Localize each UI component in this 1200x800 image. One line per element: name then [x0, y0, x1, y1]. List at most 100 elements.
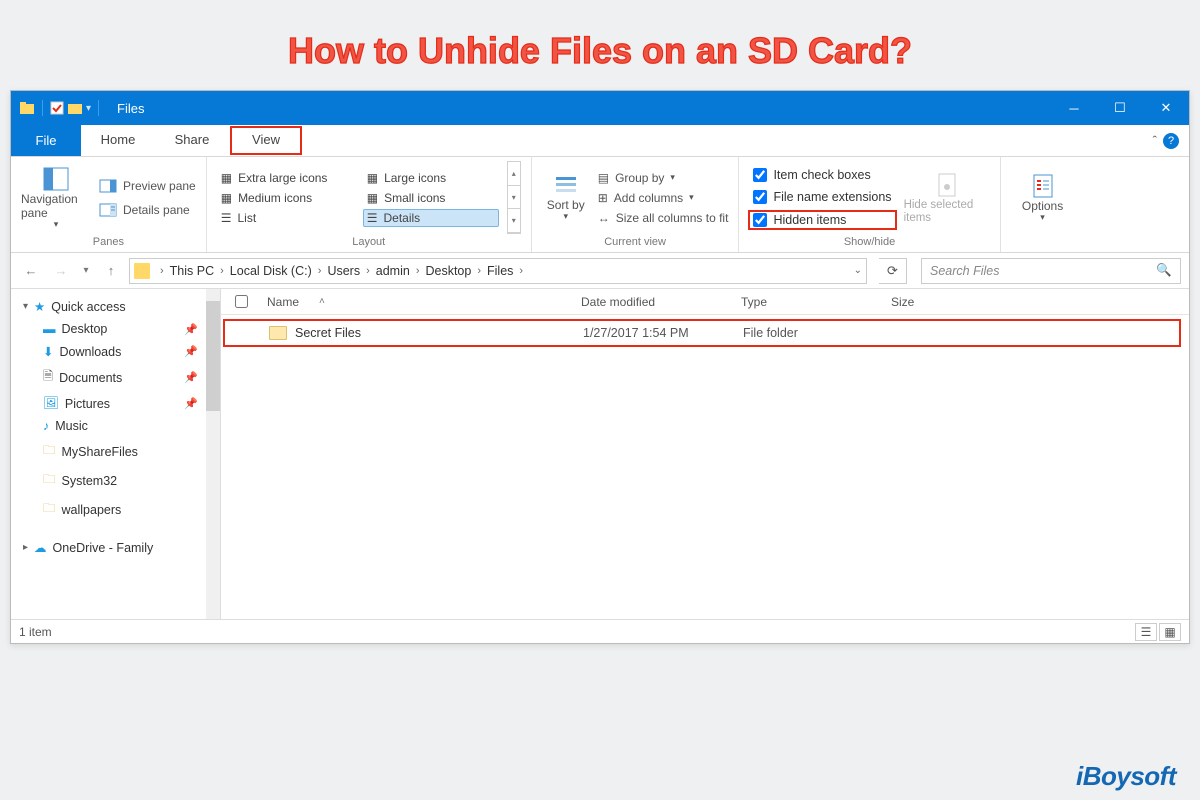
qat-dropdown-icon[interactable]: ▾	[86, 103, 91, 114]
sidebar-item-downloads[interactable]: ⬇Downloads📌	[17, 340, 220, 363]
forward-button[interactable]: →	[49, 259, 73, 283]
breadcrumb-disk[interactable]: Local Disk (C:)	[230, 264, 312, 278]
layout-large[interactable]: ▦Large icons	[363, 169, 499, 187]
chevron-down-icon[interactable]: ▾	[23, 301, 28, 312]
chevron-right-icon[interactable]: ›	[513, 265, 529, 277]
group-layout: ▦Extra large icons ▦Large icons ▦Medium …	[207, 157, 532, 252]
label: Add columns	[614, 191, 683, 205]
breadcrumb-this-pc[interactable]: This PC	[170, 264, 214, 278]
sidebar-item-pictures[interactable]: 🖼Pictures📌	[17, 392, 220, 415]
checkbox-input[interactable]	[235, 295, 248, 308]
column-header-type[interactable]: Type	[741, 295, 891, 309]
label: Extra large icons	[238, 171, 327, 185]
column-header-date[interactable]: Date modified	[581, 295, 741, 309]
breadcrumb-desktop[interactable]: Desktop	[425, 264, 471, 278]
size-all-columns-button[interactable]: ↔Size all columns to fit	[598, 211, 729, 225]
chevron-right-icon[interactable]: ›	[154, 265, 170, 277]
checkbox-icon[interactable]	[50, 101, 64, 115]
column-header-size[interactable]: Size	[891, 295, 1011, 309]
label: Documents	[59, 371, 122, 385]
layout-medium[interactable]: ▦Medium icons	[217, 189, 353, 207]
file-name-extensions-checkbox[interactable]: File name extensions	[749, 189, 895, 205]
file-row-secret-files[interactable]: Secret Files 1/27/2017 1:54 PM File fold…	[223, 319, 1181, 347]
ribbon-collapse[interactable]: ˆ ?	[1153, 125, 1189, 156]
navigation-sidebar[interactable]: ▾ ★ Quick access ▬Desktop📌 ⬇Downloads📌 🗎…	[11, 289, 221, 619]
group-by-button[interactable]: ▤Group by ▾	[598, 171, 729, 185]
navigation-pane-label: Navigation pane	[21, 193, 91, 219]
maximize-button[interactable]: ☐	[1097, 91, 1143, 125]
breadcrumb-files[interactable]: Files	[487, 264, 513, 278]
chevron-right-icon[interactable]: ›	[410, 265, 426, 277]
folder-small-icon[interactable]	[67, 100, 83, 116]
label: Group by	[615, 171, 664, 185]
column-headers: Name˄ Date modified Type Size	[221, 289, 1189, 315]
checkbox-input[interactable]	[753, 190, 767, 204]
tab-home[interactable]: Home	[81, 125, 155, 156]
add-columns-icon: ⊞	[598, 191, 608, 205]
sidebar-item-music[interactable]: ♪Music	[17, 415, 220, 437]
layout-details[interactable]: ☰Details	[363, 209, 499, 227]
scrollbar-thumb[interactable]	[206, 301, 220, 411]
window-controls: ─ ☐ ✕	[1051, 91, 1189, 125]
group-by-icon: ▤	[598, 171, 609, 185]
recent-locations-button[interactable]: ▾	[79, 259, 93, 283]
sidebar-onedrive[interactable]: ▸ ☁ OneDrive - Family	[17, 536, 220, 559]
group-current-view-caption: Current view	[542, 234, 729, 250]
layout-list[interactable]: ☰List	[217, 209, 353, 227]
add-columns-button[interactable]: ⊞Add columns ▾	[598, 191, 729, 205]
chevron-right-icon[interactable]: ›	[471, 265, 487, 277]
hide-selected-icon	[933, 171, 961, 199]
item-check-boxes-checkbox[interactable]: Item check boxes	[749, 167, 895, 183]
pictures-icon: 🖼	[43, 396, 59, 411]
item-count: 1 item	[19, 625, 52, 639]
minimize-button[interactable]: ─	[1051, 91, 1097, 125]
sort-by-button[interactable]: Sort by ▾	[542, 173, 590, 222]
details-view-toggle[interactable]: ☰	[1135, 623, 1157, 641]
layout-extra-large[interactable]: ▦Extra large icons	[217, 169, 353, 187]
breadcrumb[interactable]: › This PC › Local Disk (C:) › Users › ad…	[129, 258, 867, 284]
label: Downloads	[59, 345, 121, 359]
navigation-pane-button[interactable]: Navigation pane ▾	[21, 165, 91, 229]
sidebar-item-wallpapers[interactable]: 🗀wallpapers	[17, 495, 220, 524]
details-pane-button[interactable]: Details pane	[99, 203, 196, 217]
search-input[interactable]: Search Files 🔍	[921, 258, 1181, 284]
sidebar-item-system32[interactable]: 🗀System32	[17, 466, 220, 495]
address-dropdown-icon[interactable]: ⌄	[854, 265, 862, 276]
chevron-right-icon[interactable]: ›	[312, 265, 328, 277]
close-button[interactable]: ✕	[1143, 91, 1189, 125]
sidebar-item-desktop[interactable]: ▬Desktop📌	[17, 318, 220, 340]
refresh-button[interactable]: ⟳	[879, 258, 907, 284]
label: Large icons	[384, 171, 446, 185]
tab-share[interactable]: Share	[155, 125, 229, 156]
sidebar-scrollbar[interactable]	[206, 289, 220, 619]
layout-small[interactable]: ▦Small icons	[363, 189, 499, 207]
search-icon[interactable]: 🔍	[1156, 263, 1172, 278]
preview-pane-icon	[99, 179, 117, 193]
chevron-right-icon[interactable]: ›	[360, 265, 376, 277]
group-current-view: Sort by ▾ ▤Group by ▾ ⊞Add columns ▾ ↔Si…	[532, 157, 740, 252]
up-button[interactable]: ↑	[99, 259, 123, 283]
hidden-items-checkbox[interactable]: Hidden items	[749, 211, 895, 229]
label: MyShareFiles	[62, 445, 138, 459]
breadcrumb-users[interactable]: Users	[327, 264, 360, 278]
thumbnails-view-toggle[interactable]: ▦	[1159, 623, 1181, 641]
checkbox-input[interactable]	[753, 213, 767, 227]
select-all-checkbox[interactable]	[221, 295, 261, 308]
breadcrumb-admin[interactable]: admin	[376, 264, 410, 278]
back-button[interactable]: ←	[19, 259, 43, 283]
sidebar-item-mysharefiles[interactable]: 🗀MyShareFiles	[17, 437, 220, 466]
chevron-right-icon[interactable]: ▸	[23, 542, 28, 553]
folder-icon	[134, 263, 150, 279]
layout-scroll[interactable]: ▴▾▾	[507, 161, 521, 234]
tab-view[interactable]: View	[229, 125, 303, 156]
chevron-right-icon[interactable]: ›	[214, 265, 230, 277]
help-icon[interactable]: ?	[1163, 133, 1179, 149]
preview-pane-button[interactable]: Preview pane	[99, 179, 196, 193]
column-header-name[interactable]: Name˄	[261, 295, 581, 309]
tab-file[interactable]: File	[11, 125, 81, 156]
sidebar-quick-access[interactable]: ▾ ★ Quick access	[17, 295, 220, 318]
checkbox-input[interactable]	[753, 168, 767, 182]
file-list: Name˄ Date modified Type Size Secret Fil…	[221, 289, 1189, 619]
options-button[interactable]: Options ▾	[1011, 172, 1075, 223]
sidebar-item-documents[interactable]: 🗎Documents📌	[17, 363, 220, 392]
